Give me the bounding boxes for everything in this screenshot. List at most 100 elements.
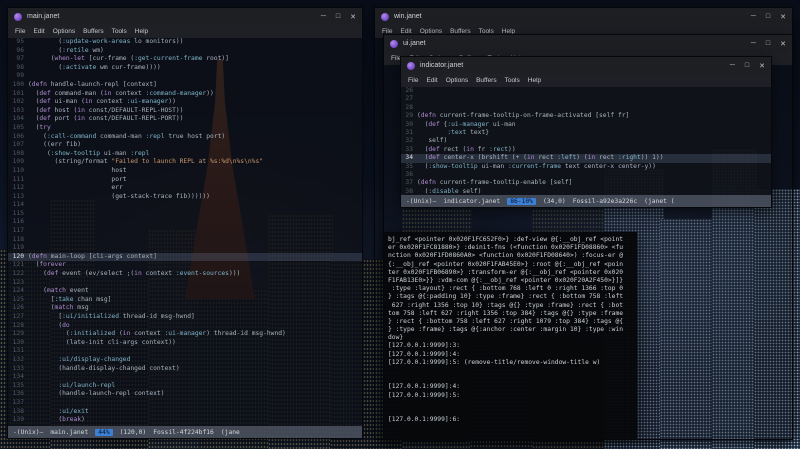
- code-line[interactable]: 107 ((err fib): [8, 141, 362, 150]
- minimize-button[interactable]: ─: [751, 13, 756, 21]
- line-number: 126: [12, 304, 24, 312]
- code-line[interactable]: 104 (def port (in const/DEFAULT-REPL-POR…: [8, 115, 362, 124]
- menu-buffers[interactable]: Buffers: [476, 77, 496, 84]
- modeline-mode: (jane: [220, 428, 240, 436]
- code-line[interactable]: 122 (def event (ev/select ;(in context :…: [8, 270, 362, 279]
- code-line[interactable]: 124 (match event: [8, 287, 362, 296]
- code-line[interactable]: 129 (:initialized (in context :ui-manage…: [8, 330, 362, 339]
- close-button[interactable]: ✕: [350, 13, 356, 21]
- code-line[interactable]: 132 :ui/display-changed: [8, 356, 362, 365]
- line-number: 105: [12, 123, 24, 131]
- app-icon: [381, 12, 389, 21]
- code-line[interactable]: 134: [8, 373, 362, 382]
- maximize-button[interactable]: □: [766, 13, 770, 21]
- menu-help[interactable]: Help: [135, 28, 148, 35]
- code-line[interactable]: 127 [:ui/initialized thread-id msg-hwnd]: [8, 313, 362, 322]
- code-line[interactable]: 31 :text text}: [401, 129, 771, 137]
- code-line[interactable]: 111 port: [8, 176, 362, 185]
- code-line[interactable]: 136 (handle-launch-repl context): [8, 390, 362, 399]
- code-line[interactable]: 109 (string/format "Failed to launch REP…: [8, 158, 362, 167]
- code-line[interactable]: 119: [8, 244, 362, 253]
- code-line[interactable]: 99: [8, 72, 362, 81]
- code-line[interactable]: 32 self): [401, 137, 771, 145]
- code-line[interactable]: 106 (:call-command command-man :repl tru…: [8, 133, 362, 142]
- titlebar[interactable]: indicator.janet ─ □ ✕: [401, 57, 771, 74]
- code-line[interactable]: 137: [8, 399, 362, 408]
- code-line[interactable]: 125 [:take chan msg]: [8, 296, 362, 305]
- code-line[interactable]: 108 (:show-tooltip ui-man :repl: [8, 150, 362, 159]
- repl-line: [127.0.0.1:9999]:5:: [388, 391, 461, 399]
- code-line[interactable]: 34 (def center-x (brshift (+ (in rect :l…: [401, 154, 771, 163]
- menu-edit[interactable]: Edit: [426, 77, 437, 84]
- code-line[interactable]: 139 (break): [8, 416, 362, 425]
- code-line[interactable]: 135 :ui/launch-repl: [8, 382, 362, 391]
- code-line[interactable]: 112 err: [8, 184, 362, 193]
- code-line[interactable]: 37 (defn current-frame-tooltip-enable [se…: [401, 179, 771, 187]
- code-line[interactable]: 26: [401, 87, 771, 95]
- minimize-button[interactable]: ─: [321, 13, 326, 21]
- code-line[interactable]: 110 host: [8, 167, 362, 176]
- code-editor[interactable]: 95 (:update-work-areas lo monitors)) 96 (…: [8, 38, 362, 426]
- titlebar[interactable]: win.janet ─ □ ✕: [375, 8, 792, 25]
- code-line[interactable]: 105 (try: [8, 124, 362, 133]
- code-line[interactable]: 138 :ui/exit: [8, 408, 362, 417]
- menu-file[interactable]: File: [408, 77, 418, 84]
- titlebar[interactable]: ui.janet ─ □ ✕: [384, 35, 792, 52]
- menu-options[interactable]: Options: [53, 28, 75, 35]
- repl-output-pane[interactable]: bj_ref <pointer 0x020F1FC652F0>} :def-vi…: [383, 232, 637, 440]
- app-icon: [390, 39, 398, 48]
- maximize-button[interactable]: □: [766, 40, 770, 48]
- code-line[interactable]: 114: [8, 201, 362, 210]
- code-line[interactable]: 117: [8, 227, 362, 236]
- code-line[interactable]: 130 (late-init cli-args context)): [8, 339, 362, 348]
- code-line[interactable]: 96 (:retile wm): [8, 47, 362, 56]
- line-number: 106: [12, 132, 24, 140]
- close-button[interactable]: ✕: [759, 62, 765, 70]
- code-line[interactable]: 133 (handle-display-changed context): [8, 365, 362, 374]
- menu-file[interactable]: File: [15, 28, 25, 35]
- close-button[interactable]: ✕: [780, 13, 786, 21]
- code-line[interactable]: 28: [401, 104, 771, 112]
- menu-options[interactable]: Options: [446, 77, 468, 84]
- code-line[interactable]: 100 (defn handle-launch-repl [context]: [8, 81, 362, 90]
- window-title: main.janet: [27, 13, 60, 20]
- minimize-button[interactable]: ─: [751, 40, 756, 48]
- code-line[interactable]: 103 (def host (in const/DEFAULT-REPL-HOS…: [8, 107, 362, 116]
- code-line[interactable]: 27: [401, 95, 771, 103]
- menu-edit[interactable]: Edit: [33, 28, 44, 35]
- code-line[interactable]: 36: [401, 171, 771, 179]
- code-line[interactable]: 115: [8, 210, 362, 219]
- code-line[interactable]: 30 (def {:ui-manager ui-man: [401, 121, 771, 129]
- line-number: 111: [12, 175, 24, 183]
- line-number: 32: [405, 137, 413, 145]
- code-line[interactable]: 97 (when-let [cur-frame (:get-current-fr…: [8, 55, 362, 64]
- app-icon: [407, 61, 415, 70]
- code-line[interactable]: 126 (match msg: [8, 304, 362, 313]
- titlebar[interactable]: main.janet ─ □ ✕: [8, 8, 362, 25]
- code-line[interactable]: 131: [8, 347, 362, 356]
- code-line[interactable]: 98 (:activate wm cur-frame)))): [8, 64, 362, 73]
- maximize-button[interactable]: □: [745, 62, 749, 70]
- code-line[interactable]: 29 (defn current-frame-tooltip-on-frame-a…: [401, 112, 771, 120]
- code-line[interactable]: 38 (:disable self): [401, 188, 771, 195]
- code-line[interactable]: 35 (:show-tooltip ui-man :current-frame …: [401, 163, 771, 171]
- code-line[interactable]: 123: [8, 279, 362, 288]
- menu-buffers[interactable]: Buffers: [83, 28, 103, 35]
- code-line[interactable]: 120 (defn main-loop [cli-args context]: [8, 252, 362, 262]
- code-line[interactable]: 95 (:update-work-areas lo monitors)): [8, 38, 362, 47]
- code-line[interactable]: 33 (def rect (in fr :rect)): [401, 146, 771, 154]
- code-line[interactable]: 101 (def command-man (in context :comman…: [8, 90, 362, 99]
- menu-help[interactable]: Help: [528, 77, 541, 84]
- maximize-button[interactable]: □: [336, 13, 340, 21]
- code-editor[interactable]: 26 27 28 29 (defn current-frame-tooltip-on-f…: [401, 87, 771, 195]
- code-line[interactable]: 116: [8, 218, 362, 227]
- menu-tools[interactable]: Tools: [112, 28, 127, 35]
- code-line[interactable]: 121 (forever: [8, 261, 362, 270]
- close-button[interactable]: ✕: [780, 40, 786, 48]
- menu-tools[interactable]: Tools: [505, 77, 520, 84]
- code-line[interactable]: 113 (get-stack-trace fib)))))): [8, 193, 362, 202]
- code-line[interactable]: 102 (def ui-man (in context :ui-manager)…: [8, 98, 362, 107]
- code-line[interactable]: 118: [8, 236, 362, 245]
- code-line[interactable]: 128 (do: [8, 322, 362, 331]
- minimize-button[interactable]: ─: [730, 62, 735, 70]
